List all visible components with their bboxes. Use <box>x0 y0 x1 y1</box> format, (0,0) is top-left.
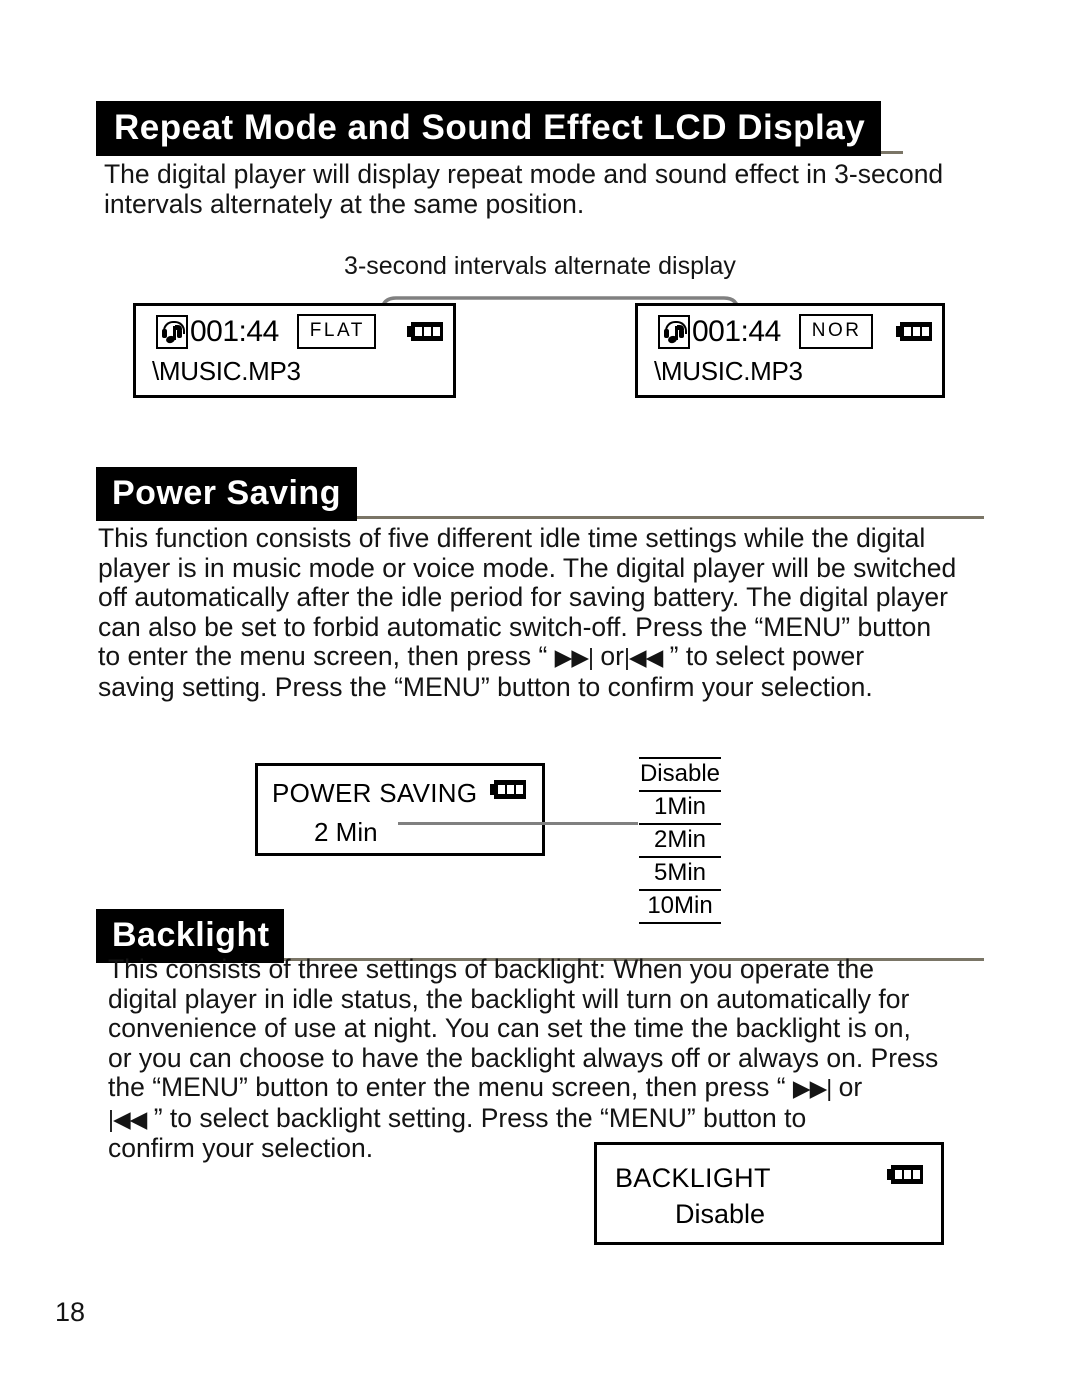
heading-rule <box>881 151 904 154</box>
battery-full-icon <box>407 322 443 341</box>
power-saving-screen-title: POWER SAVING <box>272 778 478 808</box>
power-saving-option-5min[interactable]: 5Min <box>639 858 721 891</box>
next-track-icon: ▶▶| <box>554 644 594 670</box>
backlight-selected-value: Disable <box>675 1199 766 1229</box>
previous-track-icon: |◀◀ <box>108 1105 147 1132</box>
music-headphone-icon <box>658 314 690 349</box>
lcd-filename: \MUSIC.MP3 <box>654 356 803 386</box>
paragraph-backlight: This consists of three settings of backl… <box>108 954 998 1164</box>
page-number: 18 <box>55 1297 86 1327</box>
lcd-status-row: 001:44 NOR <box>658 314 932 349</box>
previous-track-icon: |◀◀ <box>623 644 663 670</box>
section-heading-repeat-mode: Repeat Mode and Sound Effect LCD Display <box>96 101 984 156</box>
backlight-screen-title: BACKLIGHT <box>615 1163 771 1193</box>
section-heading-label: Power Saving <box>96 467 357 521</box>
battery-full-icon <box>887 1165 923 1184</box>
lcd-screen-flat: 001:44 FLAT \MUSIC.MP3 <box>133 303 456 398</box>
power-saving-connector-line <box>398 822 638 825</box>
heading-rule <box>356 516 984 519</box>
paragraph-repeat-mode: The digital player will display repeat m… <box>104 159 944 219</box>
backlight-screen: BACKLIGHT Disable <box>594 1142 944 1245</box>
lcd-screen-nor: 001:44 NOR \MUSIC.MP3 <box>635 303 945 398</box>
power-saving-option-2min[interactable]: 2Min <box>639 825 721 858</box>
alternate-display-caption: 3-second intervals alternate display <box>344 252 736 280</box>
lcd-status-row: 001:44 FLAT <box>156 314 443 349</box>
battery-full-icon <box>490 780 526 799</box>
power-saving-option-disable[interactable]: Disable <box>639 757 721 792</box>
lcd-mode-badge: NOR <box>798 314 873 349</box>
paragraph-text-part2: or <box>593 641 624 671</box>
section-heading-label: Repeat Mode and Sound Effect LCD Display <box>96 101 882 156</box>
power-saving-screen: POWER SAVING 2 Min <box>255 763 545 856</box>
lcd-time: 001:44 <box>692 314 781 348</box>
music-headphone-icon <box>156 314 188 349</box>
power-saving-option-1min[interactable]: 1Min <box>639 792 721 825</box>
power-saving-options-list: Disable 1Min 2Min 5Min 10Min <box>639 757 721 924</box>
section-heading-power-saving: Power Saving <box>96 467 984 521</box>
lcd-time: 001:44 <box>190 314 279 348</box>
power-saving-selected-value: 2 Min <box>314 817 378 847</box>
paragraph-text-part2: or <box>838 1072 863 1102</box>
next-track-icon: ▶▶| <box>792 1075 832 1101</box>
paragraph-power-saving: This function consists of five different… <box>98 523 1008 702</box>
lcd-filename: \MUSIC.MP3 <box>152 356 301 386</box>
battery-full-icon <box>896 322 932 341</box>
lcd-mode-badge: FLAT <box>296 314 376 349</box>
